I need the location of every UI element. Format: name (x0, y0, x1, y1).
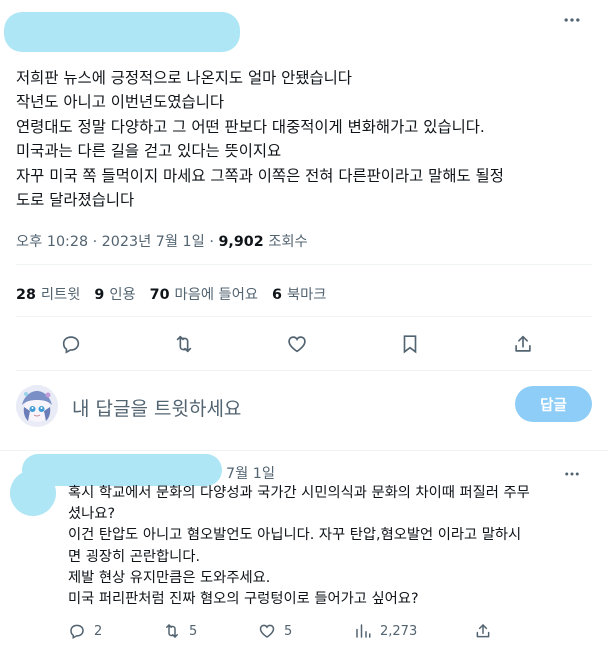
like-count: 5 (284, 623, 293, 639)
comment-like-button[interactable]: 5 (258, 620, 292, 642)
divider (16, 264, 592, 265)
tweet-line: 연령대도 정말 다양하고 그 어떤 판보다 대중적이게 변화해가고 있습니다. (16, 117, 485, 136)
views-icon (354, 622, 372, 640)
likes-stat[interactable]: 70 마음에 들어요 (150, 283, 258, 304)
tweet-line: 도로 달라졌습니다 (16, 191, 135, 210)
comment-text: 혹시 학교에서 문화의 다양성과 국가간 시민의식과 문화의 차이때 퍼질러 주… (68, 483, 588, 610)
comment-line: 혹시 학교에서 문화의 다양성과 국가간 시민의식과 문화의 차이때 퍼질러 주… (68, 485, 530, 501)
tweet-text: 저희판 뉴스에 긍정적으로 나온지도 얼마 안됐습니다 작년도 아니고 이번년도… (16, 66, 596, 212)
retweets-stat[interactable]: 28 리트윗 (16, 283, 80, 304)
comment-line: 제발 현상 유지만큼은 도와주세요. (68, 569, 271, 586)
tweet-stats: 28 리트윗 9 인용 70 마음에 들어요 6 북마크 (16, 283, 326, 304)
author-name-redacted (4, 12, 240, 52)
comment-line: 미국 퍼리판처럼 진짜 혐오의 구렁텅이로 들어가고 싶어요? (68, 591, 419, 608)
views-count: 2,273 (380, 623, 418, 639)
comment-retweet-button[interactable]: 5 (163, 620, 197, 642)
comment-author-redacted (22, 454, 222, 486)
comment-line: 이건 탄압도 아니고 혐오발언도 아닙니다. 자꾸 탄압,혐오발언 이라고 말하… (68, 527, 522, 544)
views-label: 조회수 (263, 234, 308, 250)
reply-icon[interactable] (57, 330, 85, 358)
views-count: 9,902 (218, 234, 264, 250)
bookmarks-stat[interactable]: 6 북마크 (272, 283, 326, 304)
more-icon[interactable] (560, 8, 584, 32)
reply-count: 2 (94, 623, 103, 639)
comment-line: 면 굉장히 곤란합니다. (68, 548, 201, 565)
heart-icon[interactable] (283, 330, 311, 358)
tweet-line: 미국과는 다른 길을 걷고 있다는 뜻이지요 (16, 142, 282, 161)
comment-time[interactable]: 7월 1일 (226, 462, 275, 483)
tweet-line: 작년도 아니고 이번년도였습니다 (16, 93, 225, 112)
tweet-meta: 오후 10:28 · 2023년 7월 1일 · 9,902 조회수 (16, 230, 308, 251)
divider (16, 316, 592, 317)
tweet-line: 저희판 뉴스에 긍정적으로 나온지도 얼마 안됐습니다 (16, 69, 352, 87)
reply-input[interactable]: 내 답글을 트윗하세요 (72, 394, 241, 421)
comment-share-button[interactable] (474, 620, 492, 642)
comment-line: 셨나요? (68, 506, 116, 523)
reply-icon (68, 622, 86, 640)
compose-reply: 내 답글을 트윗하세요 답글 (0, 380, 608, 432)
quotes-stat[interactable]: 9 인용 (94, 283, 135, 304)
tweet-actions (0, 330, 608, 358)
tweet-timestamp[interactable]: 오후 10:28 · 2023년 7월 1일 · (16, 234, 218, 250)
divider (0, 450, 608, 451)
retweet-icon[interactable] (170, 330, 198, 358)
comment-reply-button[interactable]: 2 (68, 620, 102, 642)
retweet-count: 5 (189, 623, 198, 639)
retweet-icon (163, 622, 181, 640)
reply-button[interactable]: 답글 (515, 386, 592, 422)
divider (16, 370, 592, 371)
comment-views-button[interactable]: 2,273 (354, 620, 417, 642)
bookmark-icon[interactable] (396, 330, 424, 358)
share-icon[interactable] (509, 330, 537, 358)
tweet-line: 자꾸 미국 쪽 들먹이지 마세요 그쪽과 이쪽은 전혀 다른판이라고 말해도 될… (16, 166, 504, 185)
heart-icon (258, 622, 276, 640)
avatar[interactable] (16, 385, 58, 427)
comment-actions: 2 5 5 2,273 (0, 620, 608, 642)
share-icon (474, 622, 492, 640)
